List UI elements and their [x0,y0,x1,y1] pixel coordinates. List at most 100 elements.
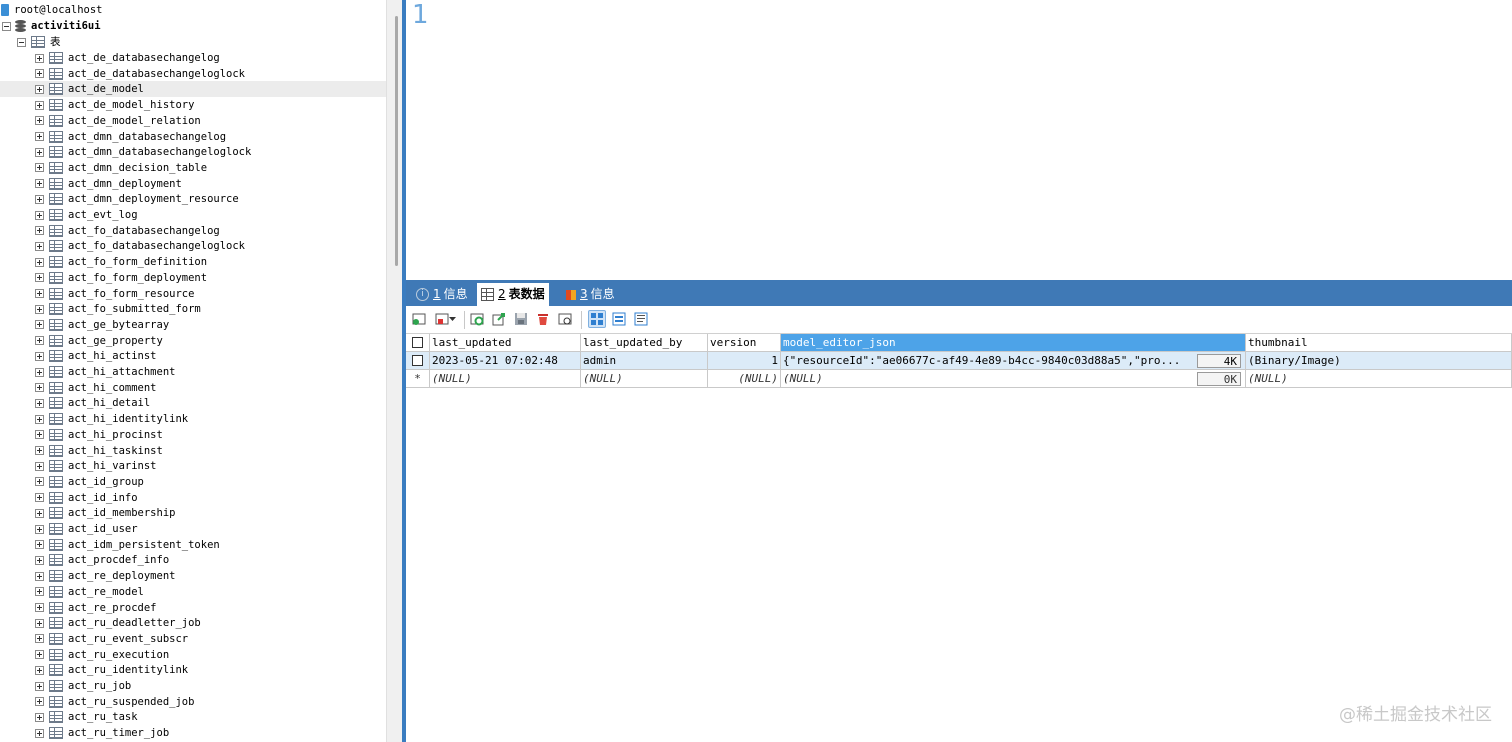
expand-icon[interactable] [35,163,44,173]
tab-info-1[interactable]: i 1 信息 [412,283,472,306]
tree-table-item[interactable]: act_id_group [0,474,386,490]
expand-icon[interactable] [35,461,44,471]
expand-icon[interactable] [35,524,44,534]
expand-icon[interactable] [35,414,44,424]
collapse-icon[interactable] [17,37,26,47]
expand-icon[interactable] [35,618,44,628]
column-header-model-editor-json[interactable]: model_editor_json [781,334,1246,352]
tree-table-item[interactable]: act_dmn_decision_table [0,160,386,176]
tree-table-item[interactable]: act_de_model [0,81,386,98]
expand-icon[interactable] [35,289,44,298]
tree-table-item[interactable]: act_hi_varinst [0,458,386,474]
expand-icon[interactable] [35,179,44,189]
expand-icon[interactable] [35,712,44,722]
tree-tables-node[interactable]: 表 [0,34,61,50]
tree-table-item[interactable]: act_fo_form_deployment [0,270,386,286]
expand-icon[interactable] [35,681,44,691]
tab-table-data[interactable]: 2 表数据 [477,283,549,306]
add-row-button[interactable] [410,310,428,328]
expand-icon[interactable] [35,336,44,346]
tree-table-item[interactable]: act_fo_form_resource [0,286,386,302]
expand-icon[interactable] [35,100,44,110]
filter-button[interactable] [556,310,574,328]
expand-icon[interactable] [35,571,44,581]
expand-icon[interactable] [35,194,44,204]
tree-table-item[interactable]: act_ru_timer_job [0,725,386,741]
expand-icon[interactable] [35,587,44,597]
tree-table-item[interactable]: act_idm_persistent_token [0,537,386,553]
expand-icon[interactable] [35,132,44,141]
tree-scrollbar[interactable] [386,0,402,742]
row-checkbox[interactable] [412,355,423,366]
tree-table-item[interactable]: act_ge_property [0,333,386,349]
tree-table-item[interactable]: act_fo_databasechangelog [0,223,386,239]
tree-table-item[interactable]: act_ge_bytearray [0,317,386,333]
save-button[interactable] [512,310,530,328]
column-header-thumbnail[interactable]: thumbnail [1246,334,1512,352]
tree-table-item[interactable]: act_hi_taskinst [0,443,386,459]
expand-icon[interactable] [35,634,44,644]
expand-icon[interactable] [35,147,44,157]
expand-icon[interactable] [35,728,44,738]
tree-table-item[interactable]: act_hi_actinst [0,348,386,364]
tree-table-item[interactable]: act_dmn_databasechangeloglock [0,144,386,160]
tree-table-item[interactable]: act_fo_form_definition [0,254,386,270]
sql-editor[interactable]: 1 [402,0,1512,280]
import-button[interactable] [490,310,508,328]
tree-table-item[interactable]: act_dmn_databasechangelog [0,129,386,145]
expand-icon[interactable] [35,508,44,518]
expand-icon[interactable] [35,69,44,79]
expand-icon[interactable] [35,383,44,393]
tree-table-item[interactable]: act_ru_event_subscr [0,631,386,647]
tree-table-item[interactable]: act_procdef_info [0,552,386,568]
tree-table-item[interactable]: act_evt_log [0,207,386,223]
expand-icon[interactable] [35,367,44,377]
expand-icon[interactable] [35,320,44,330]
expand-icon[interactable] [35,241,44,251]
expand-icon[interactable] [35,650,44,660]
grid-view-button[interactable] [588,310,606,328]
expand-icon[interactable] [35,493,44,503]
table-row[interactable]: 2023-05-21 07:02:48 admin 1 {"resourceId… [406,352,1512,370]
collapse-icon[interactable] [2,21,11,31]
form-view-button[interactable] [610,310,628,328]
cell-version[interactable]: (NULL) [708,370,781,388]
select-all-cell[interactable] [406,334,430,352]
cell-model-editor-json[interactable]: (NULL) 0K [781,370,1246,388]
select-all-checkbox[interactable] [412,337,423,348]
expand-icon[interactable] [35,398,44,408]
tree-table-item[interactable]: act_id_user [0,521,386,537]
cell-last-updated-by[interactable]: (NULL) [581,370,708,388]
tree-table-item[interactable]: act_de_databasechangelog [0,50,386,66]
cell-last-updated-by[interactable]: admin [581,352,708,370]
expand-icon[interactable] [35,210,44,220]
text-view-button[interactable] [632,310,650,328]
tree-table-item[interactable]: act_id_info [0,490,386,506]
expand-icon[interactable] [35,603,44,612]
expand-icon[interactable] [35,304,44,314]
tree-table-item[interactable]: act_ru_execution [0,647,386,663]
delete-row-button[interactable] [534,310,552,328]
tree-table-item[interactable]: act_ru_identitylink [0,662,386,678]
row-select-cell[interactable] [406,352,430,370]
cell-version[interactable]: 1 [708,352,781,370]
tree-connection[interactable]: root@localhost [0,2,103,18]
expand-icon[interactable] [35,540,44,550]
refresh-button[interactable] [468,310,486,328]
cell-last-updated[interactable]: 2023-05-21 07:02:48 [430,352,581,370]
tree-table-item[interactable]: act_hi_detail [0,395,386,411]
expand-icon[interactable] [35,665,44,675]
tree-table-item[interactable]: act_ru_suspended_job [0,694,386,710]
tree-table-item[interactable]: act_hi_procinst [0,427,386,443]
new-row[interactable]: * (NULL) (NULL) (NULL) (NULL) 0K (NULL) [406,370,1512,388]
tree-table-item[interactable]: act_ru_deadletter_job [0,615,386,631]
column-header-last-updated[interactable]: last_updated [430,334,581,352]
column-header-version[interactable]: version [708,334,781,352]
expand-icon[interactable] [35,226,44,236]
tree-table-item[interactable]: act_de_model_relation [0,113,386,129]
tree-table-item[interactable]: act_dmn_deployment_resource [0,191,386,207]
expand-icon[interactable] [35,273,44,283]
tree-table-item[interactable]: act_re_procdef [0,600,386,616]
tab-info-3[interactable]: 3 信息 [562,283,619,306]
tree-table-item[interactable]: act_ru_task [0,709,386,725]
